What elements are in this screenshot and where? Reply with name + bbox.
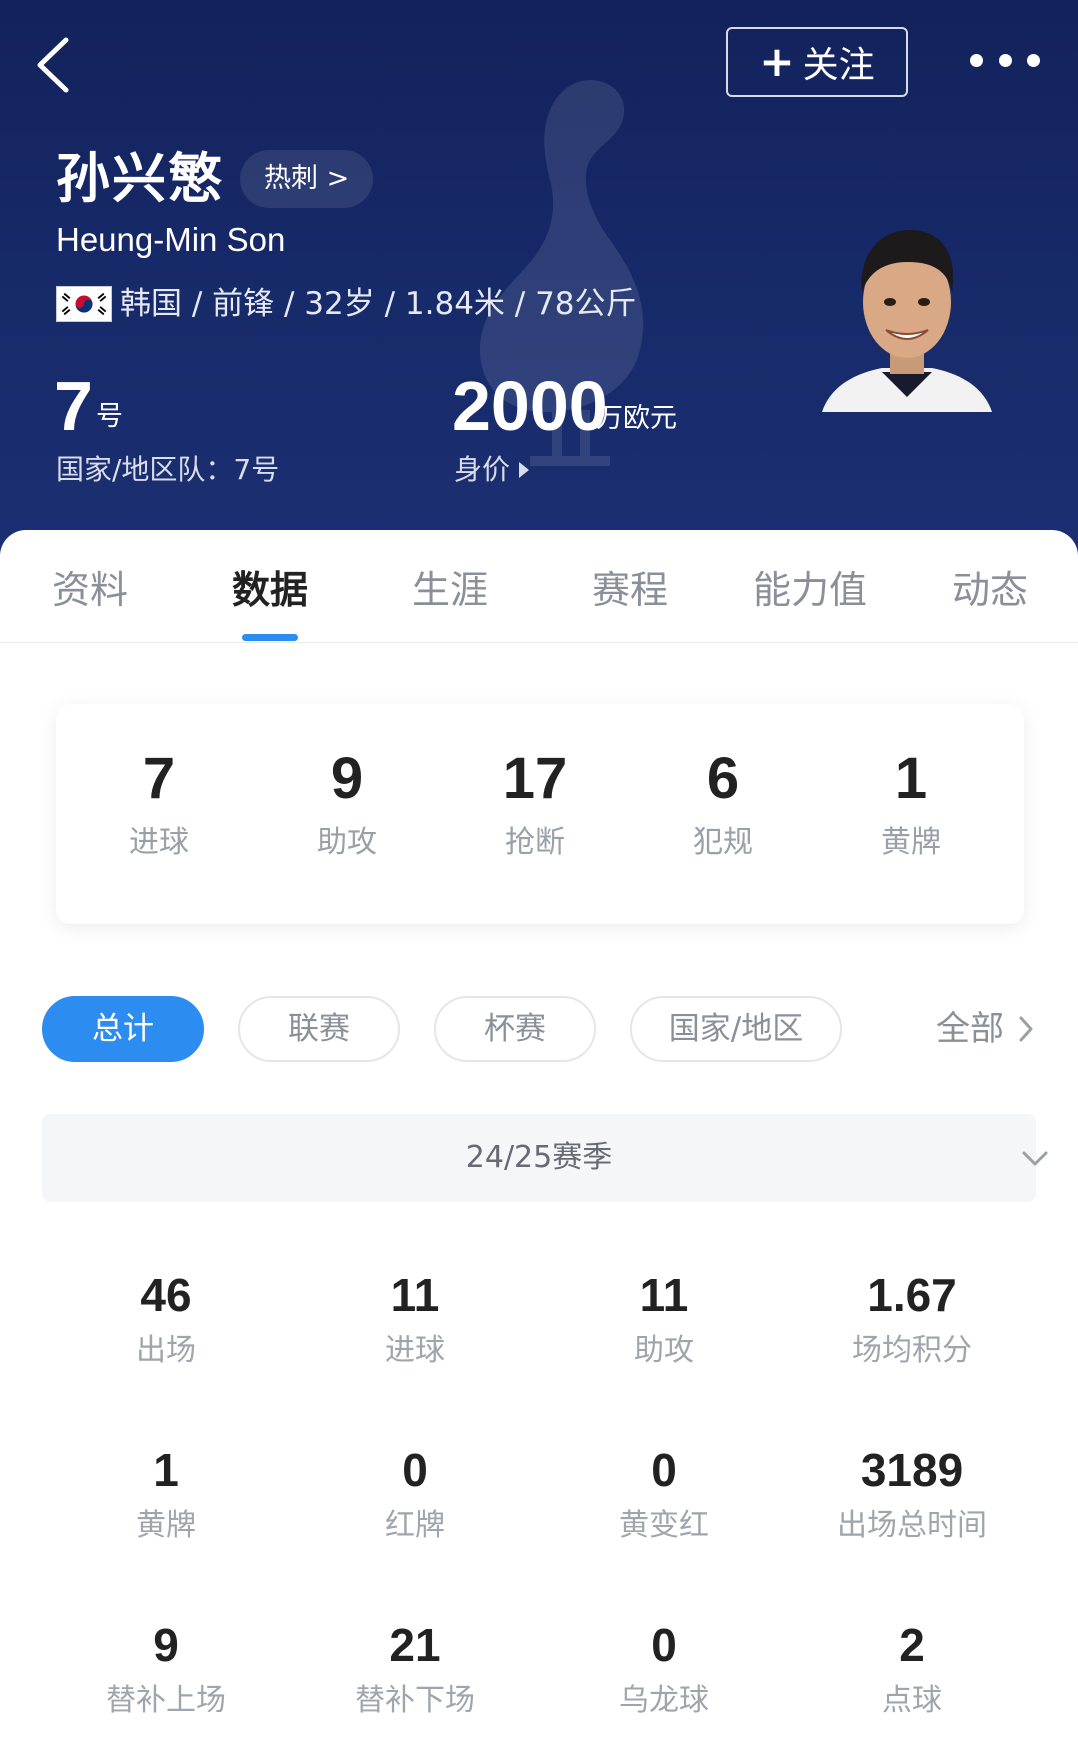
stat-item: 2 点球 [788, 1616, 1036, 1722]
player-name-english: Heung-Min Son [56, 221, 286, 258]
stat-label: 乌龙球 [619, 1683, 709, 1718]
chevron-right-icon [1019, 1016, 1033, 1042]
stat-value: 2 [899, 1619, 925, 1671]
season-select[interactable]: 24/25赛季 [42, 1114, 1048, 1202]
back-button[interactable] [30, 30, 80, 100]
more-dots-icon [970, 53, 983, 67]
summary-value: 17 [502, 746, 568, 811]
stat-item: 1.67 场均积分 [788, 1266, 1036, 1372]
back-arrow-icon [37, 37, 69, 93]
summary-label: 黄牌 [881, 825, 941, 860]
market-value-label: 身价 [454, 453, 511, 486]
stat-value: 21 [389, 1619, 441, 1671]
stat-item: 21 替补下场 [291, 1616, 539, 1722]
summary-item: 17 抢断 [455, 744, 615, 864]
summary-value: 9 [330, 746, 364, 811]
summary-label: 抢断 [505, 825, 565, 860]
chevron-down-icon [1022, 1151, 1048, 1166]
stat-value: 3189 [860, 1444, 964, 1496]
stat-label: 替补上场 [106, 1683, 226, 1718]
filter-total[interactable]: 总计 [42, 996, 204, 1062]
more-button[interactable] [970, 40, 1040, 80]
market-value-link[interactable]: 身价 [454, 450, 530, 490]
team-link[interactable]: 热刺 > [240, 150, 374, 208]
follow-label: 关注 [802, 45, 875, 86]
player-info-line: 韩国 / 前锋 / 32岁 / 1.84米 / 78公斤 [120, 286, 637, 322]
follow-button[interactable]: + 关注 [726, 27, 908, 97]
player-name: 孙兴慜 [56, 147, 224, 210]
filter-national[interactable]: 国家/地区 [630, 996, 842, 1062]
summary-item: 9 助攻 [267, 744, 427, 864]
player-header: + 关注 孙兴慜 热刺 > Heung-Min Son 韩国 / 前锋 / 32… [0, 0, 1078, 560]
stat-value: 1.67 [867, 1269, 957, 1321]
stat-label: 进球 [385, 1333, 445, 1368]
stat-label: 红牌 [385, 1508, 445, 1543]
tab-profile[interactable]: 资料 [10, 564, 170, 616]
summary-card: 7 进球 9 助攻 17 抢断 6 犯规 1 黄牌 [56, 704, 1024, 924]
stat-item: 11 进球 [291, 1266, 539, 1372]
tab-news[interactable]: 动态 [910, 564, 1070, 616]
filter-all-label: 全部 [936, 1009, 1004, 1049]
stat-item: 0 红牌 [291, 1441, 539, 1547]
content-panel: 资料 数据 生涯 赛程 能力值 动态 7 进球 9 助攻 17 抢断 6 犯规 … [0, 530, 1078, 1764]
summary-value: 7 [142, 746, 176, 811]
stat-label: 黄变红 [619, 1508, 709, 1543]
stat-value: 46 [140, 1269, 192, 1321]
market-value-unit: 万欧元 [596, 403, 677, 434]
tab-ability[interactable]: 能力值 [730, 564, 890, 616]
plus-icon: + [759, 37, 795, 86]
stat-value: 0 [651, 1444, 677, 1496]
summary-label: 助攻 [317, 825, 377, 860]
stat-item: 3189 出场总时间 [788, 1441, 1036, 1547]
summary-label: 进球 [129, 825, 189, 860]
summary-value: 1 [894, 746, 928, 811]
tab-bar: 资料 数据 生涯 赛程 能力值 动态 [0, 530, 1078, 643]
shirt-number: 7 [54, 367, 93, 445]
stat-item: 9 替补上场 [42, 1616, 290, 1722]
active-tab-indicator [242, 634, 298, 641]
tab-career[interactable]: 生涯 [370, 564, 530, 616]
more-dots-icon [1027, 53, 1040, 67]
stat-label: 出场总时间 [837, 1508, 987, 1543]
stat-item: 0 乌龙球 [540, 1616, 788, 1722]
stat-value: 0 [651, 1619, 677, 1671]
summary-label: 犯规 [693, 825, 753, 860]
stat-label: 场均积分 [852, 1333, 972, 1368]
stat-label: 点球 [882, 1683, 942, 1718]
stat-value: 9 [153, 1619, 179, 1671]
filter-cup[interactable]: 杯赛 [434, 996, 596, 1062]
season-value: 24/25赛季 [465, 1140, 613, 1175]
more-dots-icon [998, 53, 1012, 67]
stat-label: 出场 [136, 1333, 196, 1368]
tab-schedule[interactable]: 赛程 [550, 564, 710, 616]
tab-data[interactable]: 数据 [190, 564, 350, 616]
player-avatar [822, 230, 992, 412]
summary-item: 6 犯规 [643, 744, 803, 864]
market-value: 2000 [452, 367, 608, 445]
stat-item: 46 出场 [42, 1266, 290, 1372]
stat-value: 0 [402, 1444, 428, 1496]
stat-value: 1 [153, 1444, 179, 1496]
summary-item: 1 黄牌 [831, 744, 991, 864]
summary-item: 7 进球 [79, 744, 239, 864]
stat-value: 11 [390, 1269, 440, 1321]
stat-item: 11 助攻 [540, 1266, 788, 1372]
stat-label: 替补下场 [355, 1683, 475, 1718]
national-team-number: 国家/地区队：7号 [56, 453, 280, 486]
filter-all-link[interactable]: 全部 [936, 1004, 1034, 1054]
stat-value: 11 [639, 1269, 689, 1321]
caret-right-icon [519, 462, 530, 478]
filter-league[interactable]: 联赛 [238, 996, 400, 1062]
stat-item: 0 黄变红 [540, 1441, 788, 1547]
stat-item: 1 黄牌 [42, 1441, 290, 1547]
shirt-number-unit: 号 [96, 401, 123, 432]
korea-flag-icon [56, 286, 112, 322]
summary-value: 6 [706, 746, 740, 811]
stat-label: 黄牌 [136, 1508, 196, 1543]
stat-label: 助攻 [634, 1333, 694, 1368]
competition-filter: 总计 联赛 杯赛 国家/地区 全部 [0, 996, 1078, 1066]
